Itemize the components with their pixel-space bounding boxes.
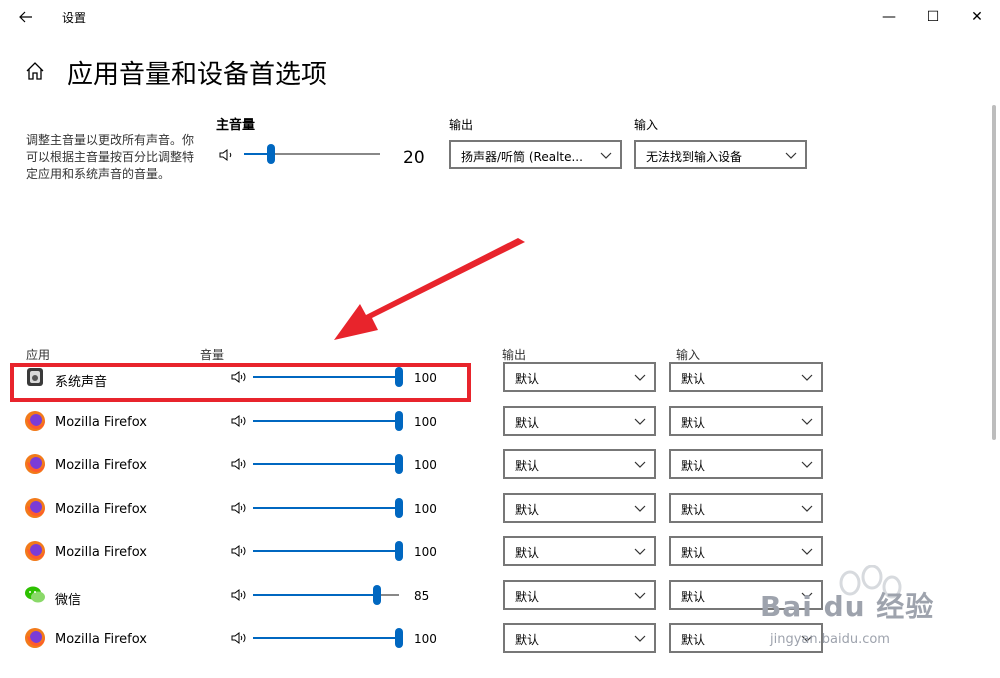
speaker-icon[interactable] — [231, 500, 249, 514]
slider-thumb[interactable] — [267, 144, 276, 164]
master-volume-label: 主音量 — [216, 118, 256, 133]
annotation-highlight-box — [10, 363, 471, 402]
chevron-down-icon — [634, 505, 646, 512]
watermark-text: Bai du 经验 — [760, 590, 935, 623]
maximize-button[interactable]: ☐ — [918, 6, 948, 28]
app-name: Mozilla Firefox — [55, 501, 147, 517]
chevron-down-icon — [634, 461, 646, 468]
slider-thumb[interactable] — [395, 628, 403, 648]
app-volume-slider[interactable] — [253, 541, 403, 561]
firefox-icon — [24, 410, 46, 432]
app-volume-slider[interactable] — [253, 584, 399, 605]
app-volume-slider[interactable] — [253, 628, 403, 648]
chevron-down-icon — [801, 418, 813, 425]
window-title: 设置 — [62, 11, 87, 25]
master-output-label: 输出 — [449, 118, 474, 132]
app-name: Mozilla Firefox — [55, 458, 147, 473]
app-input-select[interactable]: 默认 — [669, 405, 823, 436]
app-volume-value: 85 — [414, 588, 430, 603]
slider-thumb[interactable] — [395, 497, 403, 518]
speaker-icon[interactable] — [231, 456, 249, 470]
app-input-select[interactable]: 默认 — [669, 492, 823, 523]
page-description: 调整主音量以更改所有声音。你可以根据主音量按百分比调整特定应用和系统声音的音量。 — [26, 133, 195, 181]
chevron-down-icon — [634, 374, 646, 381]
annotation-arrow — [334, 238, 525, 340]
app-row: Mozilla Firefox 100 默认 默认 — [0, 404, 1000, 440]
app-row: Mozilla Firefox 100 默认 默认 — [0, 491, 1000, 527]
firefox-icon — [24, 627, 46, 649]
app-volume-slider[interactable] — [253, 497, 403, 518]
app-input-select[interactable]: 默认 — [669, 536, 823, 566]
app-volume-slider[interactable] — [253, 454, 403, 474]
slider-thumb[interactable] — [395, 541, 403, 561]
speaker-icon[interactable] — [219, 147, 235, 161]
app-volume-value: 100 — [414, 632, 437, 646]
wechat-icon — [24, 584, 46, 606]
app-output-select[interactable]: 默认 — [503, 579, 656, 610]
speaker-icon[interactable] — [231, 630, 249, 644]
chevron-down-icon — [634, 548, 646, 555]
master-output-select[interactable]: 扬声器/听筒 (Realte... — [449, 140, 622, 169]
chevron-down-icon — [801, 548, 813, 555]
watermark-url: jingyan.baidu.com — [770, 632, 890, 647]
app-input-select[interactable]: 默认 — [669, 449, 823, 479]
back-arrow-icon — [19, 11, 32, 23]
master-input-select[interactable]: 无法找到输入设备 — [634, 140, 807, 169]
app-volume-value: 100 — [414, 501, 437, 516]
app-volume-value: 100 — [414, 545, 437, 559]
master-volume-slider[interactable] — [244, 144, 380, 164]
master-input-label: 输入 — [634, 118, 659, 132]
app-name: 微信 — [55, 592, 82, 608]
firefox-icon — [24, 453, 46, 475]
chevron-down-icon — [634, 635, 646, 642]
app-output-select[interactable]: 默认 — [503, 623, 656, 653]
close-button[interactable]: ✕ — [962, 6, 992, 28]
chevron-down-icon — [634, 592, 646, 599]
chevron-down-icon — [801, 461, 813, 468]
slider-thumb[interactable] — [395, 410, 403, 431]
chevron-down-icon — [801, 374, 813, 381]
app-volume-slider[interactable] — [253, 410, 403, 431]
firefox-icon — [24, 540, 46, 562]
app-name: Mozilla Firefox — [55, 632, 147, 647]
app-volume-value: 100 — [414, 458, 437, 472]
app-output-select[interactable]: 默认 — [503, 405, 656, 436]
speaker-icon[interactable] — [231, 587, 249, 601]
master-volume-value: 20 — [403, 148, 425, 168]
chevron-down-icon — [785, 152, 797, 159]
back-button[interactable] — [12, 6, 40, 28]
app-output-select[interactable]: 默认 — [503, 362, 656, 392]
app-output-select[interactable]: 默认 — [503, 492, 656, 523]
chevron-down-icon — [600, 152, 612, 159]
speaker-icon[interactable] — [231, 413, 249, 427]
home-icon[interactable] — [24, 60, 46, 82]
chevron-down-icon — [801, 505, 813, 512]
page-title: 应用音量和设备首选项 — [67, 60, 328, 90]
app-input-select[interactable]: 默认 — [669, 362, 823, 392]
app-output-select[interactable]: 默认 — [503, 449, 656, 479]
app-name: Mozilla Firefox — [55, 545, 147, 560]
app-row: Mozilla Firefox 100 默认 默认 — [0, 447, 1000, 483]
app-name: Mozilla Firefox — [55, 414, 147, 430]
firefox-icon — [24, 497, 46, 519]
minimize-button[interactable]: — — [874, 6, 904, 28]
slider-thumb[interactable] — [373, 584, 382, 605]
scrollbar[interactable] — [992, 105, 996, 440]
slider-thumb[interactable] — [395, 454, 403, 474]
speaker-icon[interactable] — [231, 543, 249, 557]
title-bar: 设置 — ☐ ✕ — [0, 0, 1000, 34]
app-volume-value: 100 — [414, 414, 437, 429]
chevron-down-icon — [634, 418, 646, 425]
app-output-select[interactable]: 默认 — [503, 536, 656, 566]
